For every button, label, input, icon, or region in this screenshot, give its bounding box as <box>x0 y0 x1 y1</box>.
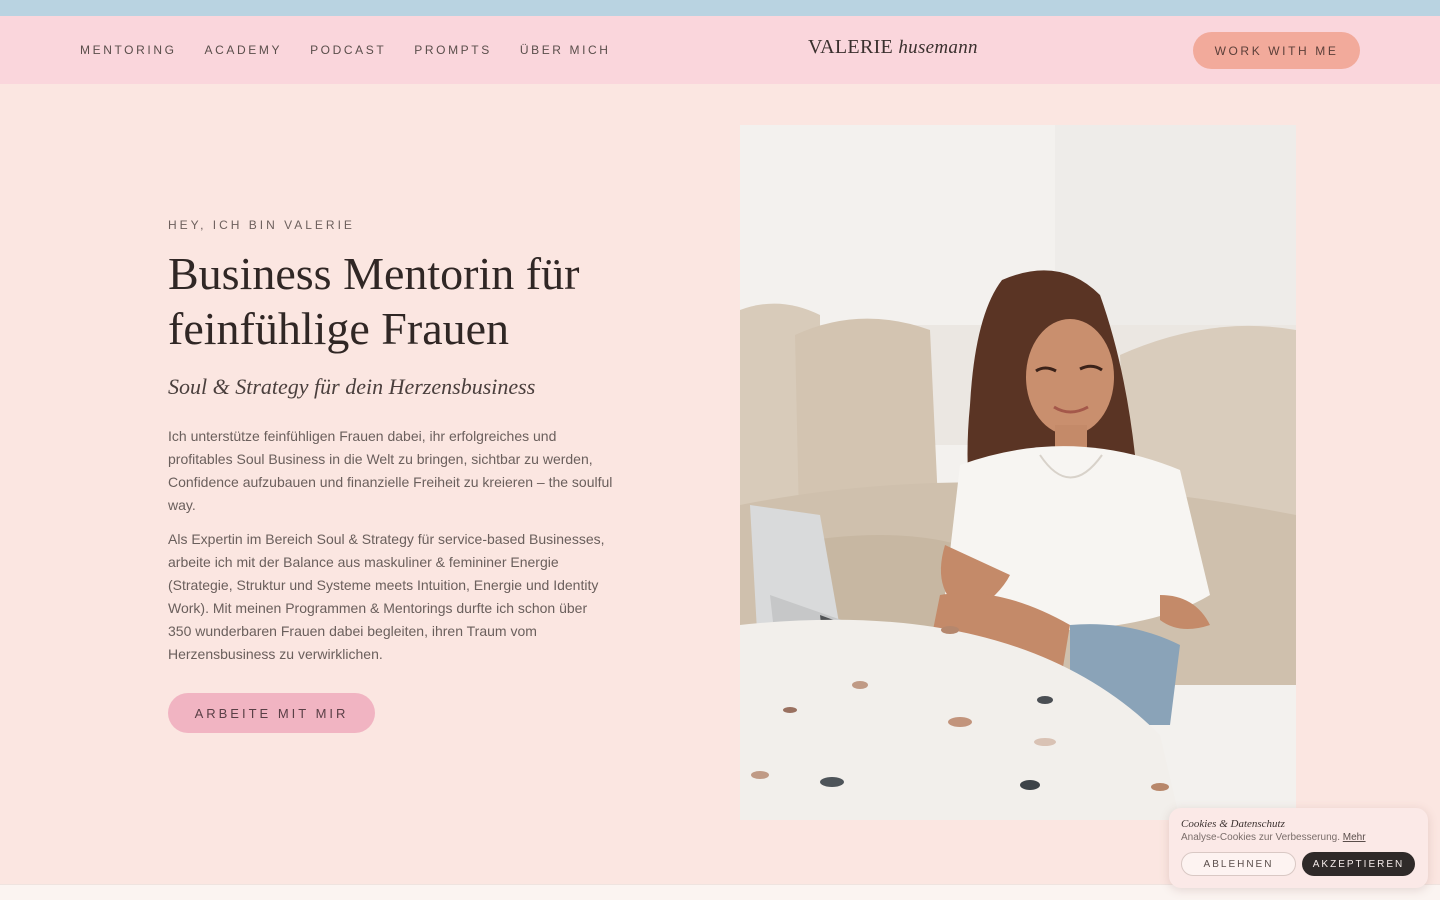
nav-item-ueber-mich[interactable]: ÜBER MICH <box>520 43 611 57</box>
arbeite-mit-mir-button[interactable]: ARBEITE MIT MIR <box>168 693 375 733</box>
cookie-description: Analyse-Cookies zur Verbesserung. <box>1181 832 1340 843</box>
nav-item-mentoring[interactable]: MENTORING <box>80 43 177 57</box>
hero-paragraph-expertise: Als Expertin im Bereich Soul & Strategy … <box>168 531 605 662</box>
cookie-title: Cookies & Datenschutz <box>1181 818 1285 830</box>
nav-item-podcast[interactable]: PODCAST <box>310 43 386 57</box>
main-nav: MENTORING ACADEMY PODCAST PROMPTS ÜBER M… <box>80 16 611 84</box>
hero-portrait-photo <box>740 125 1296 820</box>
hero-eyebrow: HEY, ICH BIN VALERIE <box>168 218 355 232</box>
hero-subhead: Soul & Strategy für dein Herzensbusiness <box>168 374 536 399</box>
top-color-strip <box>0 0 1440 16</box>
portrait-illustration <box>740 125 1296 820</box>
hero-paragraph-intro: Ich unterstütze feinfühligen Frauen dabe… <box>168 428 613 513</box>
nav-item-prompts[interactable]: PROMPTS <box>414 43 492 57</box>
cookie-more-link[interactable]: Mehr <box>1343 832 1366 843</box>
cookie-banner: Cookies & Datenschutz Analyse-Cookies zu… <box>1169 808 1428 888</box>
cookie-accept-button[interactable]: AKZEPTIEREN <box>1302 852 1415 876</box>
logo-script-text: husemann <box>898 37 978 58</box>
site-logo[interactable]: VALERIE husemann <box>808 36 978 59</box>
hero-headline: Business Mentorin für feinfühlige Frauen <box>168 248 580 354</box>
site-header: MENTORING ACADEMY PODCAST PROMPTS ÜBER M… <box>0 16 1440 84</box>
cookie-decline-button[interactable]: ABLEHNEN <box>1181 852 1296 876</box>
logo-main-text: VALERIE <box>808 36 894 58</box>
nav-item-academy[interactable]: ACADEMY <box>205 43 283 57</box>
work-with-me-button[interactable]: WORK WITH ME <box>1193 32 1360 69</box>
cookie-actions: ABLEHNEN AKZEPTIEREN <box>1181 852 1415 876</box>
cookie-text: Analyse-Cookies zur Verbesserung. Mehr <box>1181 832 1416 843</box>
